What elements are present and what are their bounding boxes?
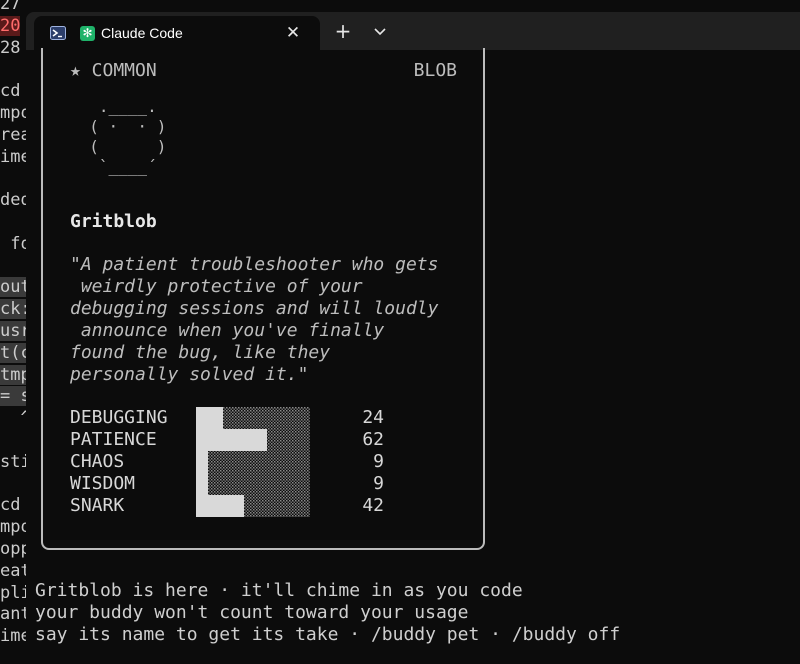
- stat-value: 9: [373, 451, 384, 472]
- buddy-ascii-art: .____. ( · · ) ( ) `____´: [89, 97, 167, 176]
- terminal-window: ✻ Claude Code ✕ + ★ COMMON BLOB .____. (…: [26, 12, 800, 664]
- buddy-description: "A patient troubleshooter who gets weird…: [70, 254, 439, 385]
- stat-label: SNARK: [70, 495, 125, 516]
- new-tab-button[interactable]: +: [332, 20, 354, 42]
- stat-value: 9: [373, 473, 384, 494]
- buddy-card: ★ COMMON BLOB .____. ( · · ) ( ) `____´ …: [41, 48, 485, 550]
- stat-label: PATIENCE: [70, 429, 157, 450]
- background-line: cd: [0, 81, 21, 102]
- background-line: 27: [0, 0, 21, 14]
- stat-label: WISDOM: [70, 473, 136, 494]
- tab-bar: ✻ Claude Code ✕ +: [26, 12, 800, 50]
- tab-claude-code[interactable]: ✻ Claude Code ✕: [34, 16, 320, 50]
- stat-bar-track: [196, 473, 310, 495]
- stat-value: 24: [362, 407, 384, 428]
- stat-label: DEBUGGING: [70, 407, 168, 428]
- powershell-icon: [50, 26, 66, 40]
- stat-bar-fill: [196, 429, 267, 451]
- claude-app-icon: ✻: [80, 26, 95, 41]
- stat-bar-fill: [196, 473, 208, 495]
- background-line: cd: [0, 495, 21, 516]
- stat-bars: [196, 407, 310, 517]
- buddy-name: Gritblob: [70, 211, 157, 232]
- commands-hint-line: say its name to get its take · /buddy pe…: [35, 624, 621, 645]
- buddy-status-line: Gritblob is here · it'll chime in as you…: [35, 580, 523, 601]
- stat-label: CHAOS: [70, 451, 125, 472]
- stat-value: 62: [362, 429, 384, 450]
- chevron-down-icon[interactable]: [369, 23, 391, 41]
- stat-bar-track: [196, 451, 310, 473]
- stat-bar-fill: [196, 407, 223, 429]
- close-tab-icon[interactable]: ✕: [282, 22, 304, 44]
- background-line: 20: [0, 15, 21, 36]
- stat-bar-fill: [196, 495, 244, 517]
- background-line: 28: [0, 37, 21, 58]
- rarity-label: ★ COMMON: [70, 60, 157, 81]
- stat-value: 42: [362, 495, 384, 516]
- tab-title: Claude Code: [101, 25, 183, 41]
- stat-bar-fill: [196, 451, 208, 473]
- stats-panel: DEBUGGING 24 PATIENCE 62 CHAOS 9 WISDOM …: [70, 407, 390, 521]
- usage-note-line: your buddy won't count toward your usage: [35, 602, 469, 623]
- species-label: BLOB: [413, 60, 457, 81]
